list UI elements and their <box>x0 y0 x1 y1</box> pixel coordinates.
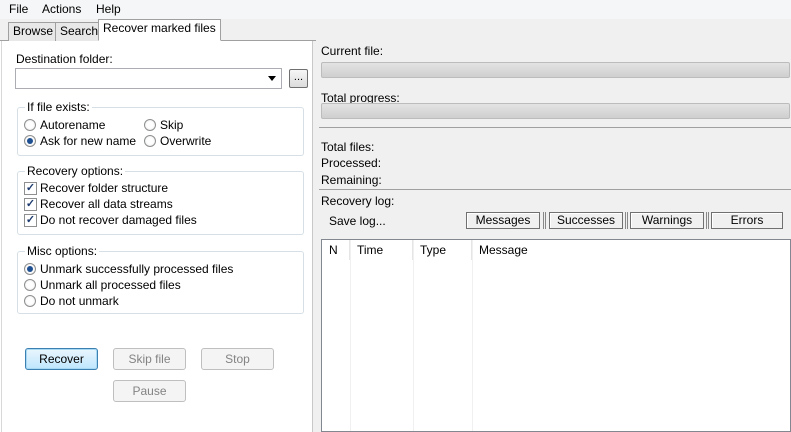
radio-overwrite[interactable] <box>144 135 156 147</box>
filter-errors-button[interactable]: Errors <box>711 212 783 229</box>
check-do-not-recover-damaged[interactable]: ✓ <box>24 214 37 227</box>
misc-options-title: Misc options: <box>25 244 100 258</box>
radio-ask-for-new-name-label: Ask for new name <box>40 134 137 148</box>
chevron-down-icon[interactable] <box>268 76 276 81</box>
recover-button[interactable]: Recover <box>25 348 98 370</box>
skip-file-button[interactable]: Skip file <box>113 348 186 370</box>
column-divider <box>350 240 351 431</box>
recovery-log-label: Recovery log: <box>321 194 395 208</box>
tab-search[interactable]: Search <box>55 22 104 41</box>
tab-browse[interactable]: Browse <box>8 22 59 41</box>
processed-label: Processed: <box>321 156 382 170</box>
column-header-time[interactable]: Time <box>350 240 413 260</box>
radio-unmark-all-label: Unmark all processed files <box>40 278 181 292</box>
filter-separator <box>625 212 628 229</box>
if-file-exists-title: If file exists: <box>25 100 92 114</box>
radio-skip[interactable] <box>144 119 156 131</box>
save-log-link[interactable]: Save log... <box>329 214 386 228</box>
radio-ask-for-new-name[interactable] <box>24 135 36 147</box>
tab-recover-marked-files[interactable]: Recover marked files <box>98 19 221 41</box>
radio-unmark-successful-label: Unmark successfully processed files <box>40 262 234 276</box>
check-recover-all-data-streams[interactable]: ✓ <box>24 198 37 211</box>
filter-messages-button[interactable]: Messages <box>466 212 540 229</box>
total-progress-bar <box>321 103 790 119</box>
log-separator <box>319 189 791 190</box>
radio-unmark-successful[interactable] <box>24 263 36 275</box>
total-files-label: Total files: <box>321 140 375 154</box>
radio-do-not-unmark-label: Do not unmark <box>40 294 119 308</box>
menu-actions[interactable]: Actions <box>42 2 81 16</box>
radio-do-not-unmark[interactable] <box>24 295 36 307</box>
filter-warnings-button[interactable]: Warnings <box>630 212 704 229</box>
column-header-n[interactable]: N <box>322 240 350 260</box>
column-header-type[interactable]: Type <box>413 240 472 260</box>
current-file-label: Current file: <box>321 44 384 58</box>
check-recover-all-data-streams-label: Recover all data streams <box>40 197 173 211</box>
menu-help[interactable]: Help <box>96 2 121 16</box>
radio-unmark-all[interactable] <box>24 279 36 291</box>
check-do-not-recover-damaged-label: Do not recover damaged files <box>40 213 197 227</box>
current-file-progress <box>321 62 790 78</box>
menu-bar: File Actions Help <box>0 0 791 19</box>
check-recover-folder-structure-label: Recover folder structure <box>40 181 169 195</box>
radio-skip-label: Skip <box>160 118 184 132</box>
radio-autorename[interactable] <box>24 119 36 131</box>
destination-folder-combo[interactable] <box>15 68 282 89</box>
check-recover-folder-structure[interactable]: ✓ <box>24 182 37 195</box>
filter-separator <box>706 212 709 229</box>
menu-file[interactable]: File <box>9 2 28 16</box>
recovery-options-title: Recovery options: <box>25 164 126 178</box>
recovery-log-table[interactable]: N Time Type Message <box>321 239 791 432</box>
filter-separator <box>543 212 546 229</box>
panel-edge <box>1 41 2 432</box>
browse-folder-button[interactable]: ... <box>289 69 308 88</box>
filter-successes-button[interactable]: Successes <box>549 212 623 229</box>
column-divider <box>472 240 473 431</box>
radio-overwrite-label: Overwrite <box>160 134 212 148</box>
column-header-message[interactable]: Message <box>472 240 790 260</box>
radio-autorename-label: Autorename <box>40 118 106 132</box>
stop-button[interactable]: Stop <box>201 348 274 370</box>
pause-button[interactable]: Pause <box>113 380 186 402</box>
remaining-label: Remaining: <box>321 173 382 187</box>
status-separator <box>319 127 791 128</box>
column-divider <box>413 240 414 431</box>
destination-folder-label: Destination folder: <box>16 52 113 66</box>
